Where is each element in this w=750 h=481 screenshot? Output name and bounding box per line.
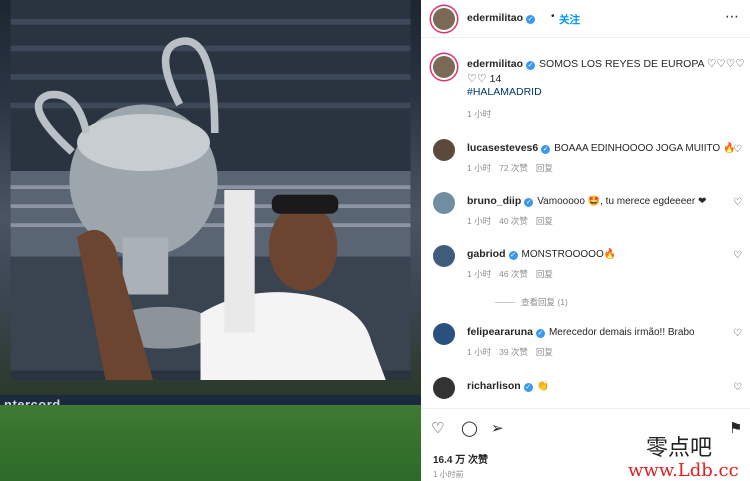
- watermark-title: 零点吧: [646, 436, 713, 461]
- comment-username[interactable]: bruno_diip: [467, 195, 521, 207]
- comment-likes[interactable]: 39 次赞: [499, 347, 528, 357]
- verified-icon: ✓: [535, 329, 545, 338]
- comment-text: 👏: [536, 381, 550, 392]
- more-icon[interactable]: ⋯: [725, 8, 740, 25]
- comment-text: Vamooooo 🤩, tu merece egdeeeer ❤: [537, 196, 707, 207]
- bookmark-icon[interactable]: ⚑: [729, 419, 742, 437]
- comment-username[interactable]: richarlison: [467, 380, 521, 392]
- caption-count: 14: [489, 73, 502, 85]
- comment-time: 1 小时: [467, 163, 492, 173]
- comment-item: bruno_diip ✓ Vamooooo 🤩, tu merece egdeeee…: [421, 189, 750, 237]
- reply-button[interactable]: 回复: [536, 216, 553, 226]
- caption-time: 1 小时: [467, 109, 492, 119]
- share-icon[interactable]: ➢: [491, 419, 504, 437]
- comment-username[interactable]: gabriod: [467, 248, 506, 260]
- avatar[interactable]: [433, 323, 455, 345]
- heart-icon[interactable]: ♡: [733, 144, 742, 155]
- caption-hearts: ♡♡: [467, 73, 487, 85]
- comment-icon[interactable]: ◯: [461, 419, 478, 437]
- reply-button[interactable]: 回复: [536, 347, 553, 357]
- like-heart-icon[interactable]: ♡: [431, 419, 444, 437]
- comment-item: lucasesteves6 ✓ BOAAA EDINHOOOO JOGA MUIIT…: [421, 136, 750, 184]
- avatar[interactable]: [433, 245, 455, 267]
- pitch: [0, 405, 421, 481]
- likes-count[interactable]: 16.4 万 次赞: [433, 451, 488, 466]
- post-author[interactable]: edermilitao ✓: [467, 12, 536, 24]
- verified-icon: ✓: [523, 383, 533, 392]
- reply-button[interactable]: 回复: [536, 269, 553, 279]
- comment-time: 1 小时: [467, 347, 492, 357]
- comment-item: felipeararuna ✓ Merecedor demais irmão!! B…: [421, 320, 750, 368]
- stadium-background: [10, 0, 411, 380]
- view-replies-button[interactable]: 查看回复 (1): [495, 296, 568, 308]
- author-username[interactable]: edermilitao: [467, 12, 523, 24]
- heart-icon[interactable]: ♡: [733, 328, 742, 339]
- follow-button[interactable]: 关注: [559, 12, 580, 27]
- post-header: edermilitao ✓ • 关注 ⋯: [421, 0, 750, 38]
- comment-likes[interactable]: 46 次赞: [499, 269, 528, 279]
- comment-likes[interactable]: 40 次赞: [499, 216, 528, 226]
- heart-icon[interactable]: ♡: [733, 382, 742, 393]
- verified-icon: ✓: [524, 198, 534, 207]
- caption-username[interactable]: edermilitao: [467, 58, 523, 70]
- avatar[interactable]: [433, 192, 455, 214]
- hashtag-link[interactable]: #HALAMADRID: [467, 86, 542, 98]
- heart-icon[interactable]: ♡: [733, 250, 742, 261]
- comment-text: MONSTROOOOO🔥: [521, 249, 617, 260]
- comment-time: 1 小时: [467, 216, 492, 226]
- caption-line2: ♡♡ 14: [467, 72, 501, 85]
- avatar[interactable]: [433, 56, 455, 78]
- caption-text: SOMOS LOS REYES DE EUROPA ♡♡♡♡: [539, 58, 745, 70]
- heart-icon[interactable]: ♡: [733, 197, 742, 208]
- verified-icon: ✓: [541, 145, 551, 154]
- reply-button[interactable]: 回复: [536, 163, 553, 173]
- comment-username[interactable]: lucasesteves6: [467, 142, 538, 154]
- comment-username[interactable]: felipeararuna: [467, 326, 533, 338]
- verified-icon: ✓: [508, 251, 518, 260]
- verified-icon: ✓: [526, 61, 536, 70]
- verified-icon: ✓: [526, 15, 536, 24]
- post-panel: edermilitao ✓ • 关注 ⋯ edermilitao ✓ SOMOS LO…: [421, 0, 750, 481]
- post-photo[interactable]: ntercord: [0, 0, 421, 481]
- avatar[interactable]: [433, 8, 455, 30]
- watermark-url: www.Ldb.cc: [628, 460, 739, 481]
- comment-time: 1 小时: [467, 269, 492, 279]
- comment-likes[interactable]: 72 次赞: [499, 163, 528, 173]
- comment-text: BOAAA EDINHOOOO JOGA MUIITO 🔥: [554, 143, 736, 154]
- avatar[interactable]: [433, 377, 455, 399]
- comment-item: gabriod ✓ MONSTROOOOO🔥 1 小时 46 次赞 回复 ♡: [421, 242, 750, 290]
- post-time: 1 小时前: [433, 470, 464, 479]
- comment-text: Merecedor demais irmão!! Brabo: [548, 327, 695, 338]
- separator-dot: •: [551, 11, 555, 22]
- avatar[interactable]: [433, 139, 455, 161]
